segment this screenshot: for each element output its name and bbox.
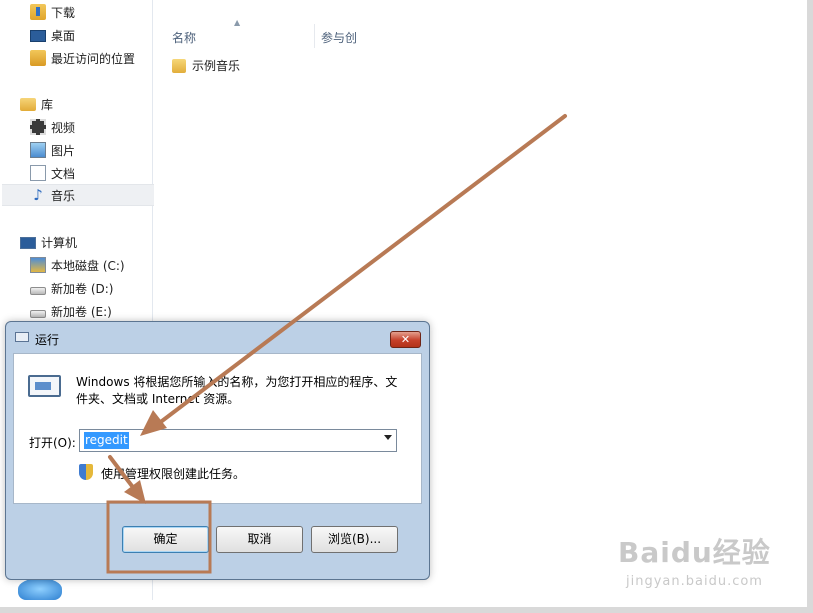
video-library-icon bbox=[30, 119, 46, 135]
nav-item-pictures[interactable]: 图片 bbox=[30, 139, 182, 161]
nav-item-label: 本地磁盘 (C:) bbox=[51, 258, 125, 273]
nav-item-videos[interactable]: 视频 bbox=[30, 116, 182, 138]
column-header-contributing-artists[interactable]: 参与创 bbox=[321, 29, 357, 46]
open-combobox[interactable]: regedit bbox=[79, 429, 397, 452]
nav-item-documents[interactable]: 文档 bbox=[30, 162, 182, 184]
column-header-name[interactable]: 名称 bbox=[172, 29, 196, 46]
file-name: 示例音乐 bbox=[192, 59, 241, 73]
column-divider[interactable] bbox=[314, 24, 315, 48]
taskbar-app-icon[interactable] bbox=[18, 578, 62, 600]
nav-item-drive-c[interactable]: 本地磁盘 (C:) bbox=[30, 254, 182, 276]
close-button[interactable]: ✕ bbox=[390, 331, 421, 348]
picture-library-icon bbox=[30, 142, 46, 158]
drive-icon bbox=[30, 310, 46, 318]
nav-item-label: 视频 bbox=[51, 120, 76, 135]
run-title-icon bbox=[15, 332, 29, 342]
dropdown-arrow-icon[interactable] bbox=[384, 435, 392, 440]
nav-item-label: 桌面 bbox=[51, 28, 76, 43]
nav-item-label: 图片 bbox=[51, 143, 76, 158]
library-icon bbox=[20, 97, 36, 111]
desktop-icon bbox=[30, 30, 46, 42]
system-drive-icon bbox=[30, 257, 46, 273]
watermark: Baidu经验 jingyan.baidu.com bbox=[618, 531, 778, 593]
admin-note: 使用管理权限创建此任务。 bbox=[101, 467, 246, 481]
nav-item-label: 文档 bbox=[51, 166, 76, 181]
nav-item-label: 最近访问的位置 bbox=[51, 51, 136, 66]
dialog-titlebar[interactable]: 运行 ✕ bbox=[6, 322, 429, 352]
recent-places-icon bbox=[30, 50, 46, 66]
dialog-title: 运行 bbox=[35, 333, 60, 347]
nav-item-label: 新加卷 (D:) bbox=[51, 281, 114, 296]
nav-item-library[interactable]: 库 bbox=[20, 93, 172, 115]
open-label: 打开(O): bbox=[29, 436, 76, 450]
download-folder-icon bbox=[30, 4, 46, 20]
nav-item-label: 下载 bbox=[51, 5, 76, 20]
dialog-body: Windows 将根据您所输入的名称，为您打开相应的程序、文件夹、文档或 Int… bbox=[13, 353, 422, 504]
watermark-logo: Baidu经验 bbox=[618, 536, 771, 569]
file-list-item[interactable]: 示例音乐 bbox=[172, 57, 240, 74]
nav-item-music[interactable]: ♪ 音乐 bbox=[2, 184, 154, 206]
computer-icon bbox=[20, 236, 36, 249]
document-library-icon bbox=[30, 165, 46, 181]
nav-item-label: 库 bbox=[41, 97, 54, 112]
uac-shield-icon bbox=[79, 464, 93, 480]
folder-icon bbox=[172, 58, 186, 73]
sort-ascending-icon: ▲ bbox=[234, 18, 241, 27]
nav-item-label: 计算机 bbox=[41, 235, 78, 250]
drive-icon bbox=[30, 287, 46, 295]
watermark-url: jingyan.baidu.com bbox=[626, 574, 763, 589]
column-header-row: ▲ 名称 参与创 bbox=[154, 18, 714, 48]
cancel-button[interactable]: 取消 bbox=[216, 526, 303, 553]
browse-button[interactable]: 浏览(B)... bbox=[311, 526, 398, 553]
open-input-value[interactable]: regedit bbox=[84, 432, 129, 449]
nav-item-drive-e[interactable]: 新加卷 (E:) bbox=[30, 300, 182, 322]
nav-item-label: 新加卷 (E:) bbox=[51, 304, 112, 319]
dialog-description: Windows 将根据您所输入的名称，为您打开相应的程序、文件夹、文档或 Int… bbox=[76, 375, 398, 406]
run-program-icon bbox=[28, 375, 61, 397]
ok-button[interactable]: 确定 bbox=[122, 526, 209, 553]
nav-item-recent-places[interactable]: 最近访问的位置 bbox=[30, 47, 182, 69]
nav-item-computer[interactable]: 计算机 bbox=[20, 231, 172, 253]
music-library-icon: ♪ bbox=[33, 186, 43, 204]
nav-item-label: 音乐 bbox=[51, 188, 76, 203]
nav-item-drive-d[interactable]: 新加卷 (D:) bbox=[30, 277, 182, 299]
nav-item-downloads[interactable]: 下载 bbox=[30, 1, 182, 23]
run-dialog: 运行 ✕ Windows 将根据您所输入的名称，为您打开相应的程序、文件夹、文档… bbox=[5, 321, 430, 580]
